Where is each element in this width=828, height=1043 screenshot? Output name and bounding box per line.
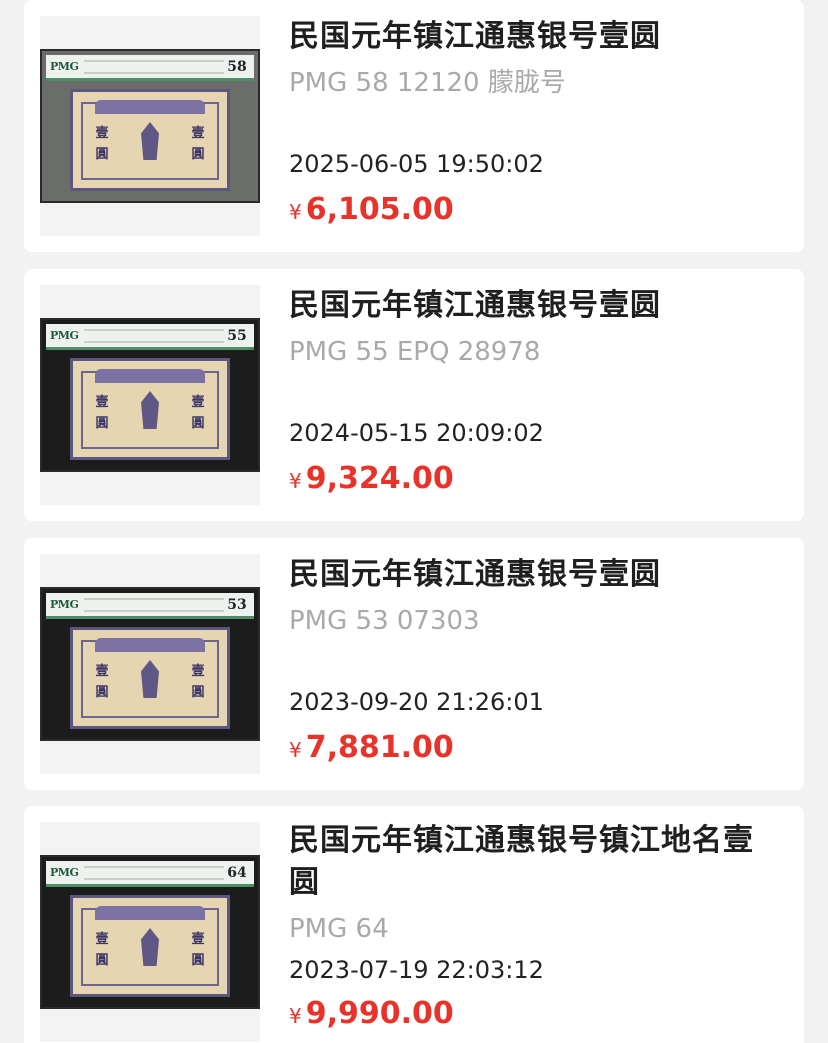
price-value: 6,105.00 (305, 192, 454, 227)
grade-number: 55 (227, 327, 247, 344)
pmg-label: PMG 58 (46, 55, 254, 81)
grade-number: 64 (227, 864, 247, 881)
auction-record-card[interactable]: PMG 64 壹圓 壹圓 民国元年镇江通惠银号镇江地名壹圆 PMG 64 202… (24, 806, 804, 1043)
sale-price: ¥9,324.00 (289, 461, 454, 496)
sale-price: ¥7,881.00 (289, 730, 454, 765)
grade-number: 53 (227, 596, 247, 613)
item-title[interactable]: 民国元年镇江通惠银号壹圆 (289, 283, 784, 329)
grade-number: 58 (227, 58, 247, 75)
currency-symbol: ¥ (289, 1004, 302, 1028)
item-subtitle: PMG 53 07303 (289, 606, 480, 636)
banknote-image: PMG 53 壹圓 壹圓 (40, 587, 260, 741)
banknote-image: PMG 64 壹圓 壹圓 (40, 855, 260, 1009)
pmg-label: PMG 53 (46, 593, 254, 619)
price-value: 7,881.00 (305, 730, 454, 765)
sale-date: 2024-05-15 20:09:02 (289, 419, 544, 447)
item-subtitle: PMG 55 EPQ 28978 (289, 337, 541, 367)
sale-date: 2025-06-05 19:50:02 (289, 150, 544, 178)
pmg-logo: PMG (50, 598, 79, 611)
item-title[interactable]: 民国元年镇江通惠银号壹圆 (289, 14, 784, 60)
pmg-logo: PMG (50, 329, 79, 342)
item-subtitle: PMG 58 12120 朦胧号 (289, 68, 566, 98)
auction-record-card[interactable]: PMG 55 壹圓 壹圓 民国元年镇江通惠银号壹圆 PMG 55 EPQ 289… (24, 269, 804, 521)
pmg-label: PMG 64 (46, 861, 254, 887)
auction-record-list: PMG 58 壹圓 壹圓 民国元年镇江通惠银号壹圆 PMG 58 12120 朦… (0, 0, 828, 1043)
price-value: 9,324.00 (305, 461, 454, 496)
banknote-thumbnail[interactable]: PMG 53 壹圓 壹圓 (40, 554, 260, 774)
price-value: 9,990.00 (305, 996, 454, 1031)
auction-record-card[interactable]: PMG 53 壹圓 壹圓 民国元年镇江通惠银号壹圆 PMG 53 07303 2… (24, 538, 804, 790)
banknote-thumbnail[interactable]: PMG 58 壹圓 壹圓 (40, 16, 260, 236)
pmg-logo: PMG (50, 866, 79, 879)
item-subtitle: PMG 64 (289, 914, 389, 944)
item-title[interactable]: 民国元年镇江通惠银号壹圆 (289, 552, 784, 598)
banknote-thumbnail[interactable]: PMG 64 壹圓 壹圓 (40, 822, 260, 1042)
pmg-label: PMG 55 (46, 324, 254, 350)
item-title[interactable]: 民国元年镇江通惠银号镇江地名壹圆 (289, 820, 784, 904)
currency-symbol: ¥ (289, 200, 302, 224)
sale-date: 2023-09-20 21:26:01 (289, 688, 544, 716)
currency-symbol: ¥ (289, 469, 302, 493)
sale-price: ¥6,105.00 (289, 192, 454, 227)
banknote-image: PMG 58 壹圓 壹圓 (40, 49, 260, 203)
auction-record-card[interactable]: PMG 58 壹圓 壹圓 民国元年镇江通惠银号壹圆 PMG 58 12120 朦… (24, 0, 804, 252)
banknote-image: PMG 55 壹圓 壹圓 (40, 318, 260, 472)
sale-date: 2023-07-19 22:03:12 (289, 956, 544, 984)
banknote-thumbnail[interactable]: PMG 55 壹圓 壹圓 (40, 285, 260, 505)
sale-price: ¥9,990.00 (289, 996, 454, 1031)
pmg-logo: PMG (50, 60, 79, 73)
currency-symbol: ¥ (289, 738, 302, 762)
